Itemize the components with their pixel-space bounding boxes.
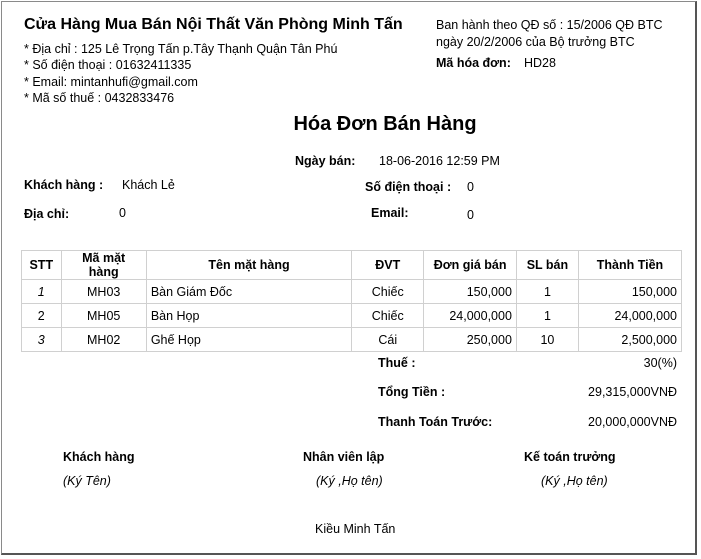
cell-quantity: 1 [515, 279, 579, 304]
cell-unit: Chiếc [351, 279, 425, 304]
cell-item-code: MH05 [60, 303, 147, 328]
items-table: STT Mã mặt hàng Tên mặt hàng ĐVT Đơn giá… [21, 250, 683, 352]
store-name: Cửa Hàng Mua Bán Nội Thất Văn Phòng Minh… [24, 16, 403, 33]
cell-item-name: Bàn Họp [145, 303, 353, 328]
total-label: Tổng Tiền : [378, 385, 446, 399]
header-unit: ĐVT [351, 250, 425, 280]
store-phone: * Số điện thoại : 01632411335 [24, 58, 192, 72]
header-stt: STT [21, 250, 62, 280]
customer-email: 0 [467, 208, 474, 222]
staff-name: Kiều Minh Tấn [315, 522, 396, 536]
signature-accountant-label: Kế toán trưởng [524, 450, 616, 464]
cell-stt: 2 [21, 303, 62, 328]
cell-unit: Chiếc [351, 303, 425, 328]
table-row: 1 MH03 Bàn Giám Đốc Chiếc 150,000 1 150,… [21, 279, 683, 304]
cell-unit: Cái [351, 327, 425, 352]
header-item-name: Tên mặt hàng [145, 250, 353, 280]
signature-customer-label: Khách hàng [63, 450, 135, 464]
customer-name-label: Khách hàng : [24, 178, 104, 192]
table-row: 2 MH05 Bàn Họp Chiếc 24,000,000 1 24,000… [21, 303, 683, 328]
cell-item-name: Bàn Giám Đốc [145, 279, 353, 304]
sale-date-label: Ngày bán: [295, 154, 356, 168]
cell-unit-price: 250,000 [423, 327, 517, 352]
customer-name: Khách Lẻ [122, 178, 175, 192]
cell-quantity: 1 [515, 303, 579, 328]
store-address: * Địa chỉ : 125 Lê Trọng Tấn p.Tây Thạnh… [24, 42, 338, 56]
cell-item-code: MH02 [60, 327, 147, 352]
invoice-code: HD28 [524, 56, 556, 70]
cell-stt: 3 [21, 327, 62, 352]
cell-amount: 2,500,000 [577, 327, 683, 352]
header-unit-price: Đơn giá bán [423, 250, 517, 280]
cell-unit-price: 150,000 [423, 279, 517, 304]
prepaid-value: 20,000,000VNĐ [588, 415, 677, 429]
prepaid-label: Thanh Toán Trước: [378, 415, 493, 429]
cell-amount: 150,000 [577, 279, 683, 304]
invoice-code-label: Mã hóa đơn: [436, 56, 511, 70]
store-email: * Email: mintanhufi@gmail.com [24, 75, 198, 89]
cell-item-name: Ghế Họp [145, 327, 353, 352]
customer-phone: 0 [467, 180, 474, 194]
customer-email-label: Email: [371, 206, 409, 220]
cell-amount: 24,000,000 [577, 303, 683, 328]
signature-customer-sign: (Ký Tên) [63, 474, 111, 488]
regulation-line-2: ngày 20/2/2006 của Bộ trưởng BTC [436, 35, 635, 49]
header-quantity: SL bán [515, 250, 579, 280]
customer-address: 0 [119, 206, 126, 220]
cell-quantity: 10 [515, 327, 579, 352]
invoice-title: Hóa Đơn Bán Hàng [293, 113, 477, 135]
signature-staff-sign: (Ký ,Họ tên) [316, 474, 383, 488]
tax-value: 30(%) [643, 356, 677, 370]
header-amount: Thành Tiền [577, 250, 683, 280]
cell-unit-price: 24,000,000 [423, 303, 517, 328]
tax-label: Thuế : [378, 356, 416, 370]
total-value: 29,315,000VNĐ [588, 385, 677, 399]
customer-address-label: Địa chỉ: [24, 207, 70, 221]
header-item-code: Mã mặt hàng [60, 250, 147, 280]
signature-staff-label: Nhân viên lập [303, 450, 385, 464]
table-row: 3 MH02 Ghế Họp Cái 250,000 10 2,500,000 [21, 327, 683, 352]
signature-accountant-sign: (Ký ,Họ tên) [541, 474, 608, 488]
store-tax-code: * Mã số thuế : 0432833476 [24, 91, 175, 105]
sale-date: 18-06-2016 12:59 PM [379, 154, 500, 168]
cell-stt: 1 [21, 279, 62, 304]
customer-phone-label: Số điện thoại : [365, 180, 452, 194]
table-header-row: STT Mã mặt hàng Tên mặt hàng ĐVT Đơn giá… [21, 250, 683, 280]
regulation-line-1: Ban hành theo QĐ số : 15/2006 QĐ BTC [436, 18, 663, 32]
cell-item-code: MH03 [60, 279, 147, 304]
